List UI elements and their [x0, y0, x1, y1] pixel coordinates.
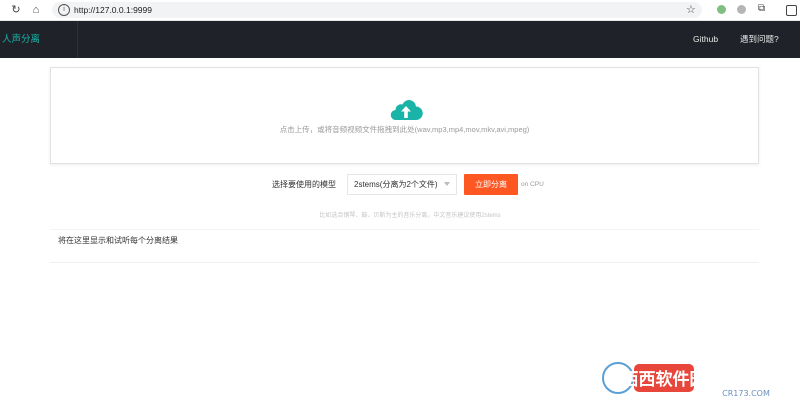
- model-label: 选择要使用的模型: [272, 180, 336, 189]
- upload-dropzone[interactable]: 点击上传，或将音频视频文件拖拽到此处(wav,mp3,mp4,mov,mkv,a…: [50, 67, 759, 164]
- app-navbar: 人声分离 Github 遇到问题?: [0, 21, 800, 58]
- reload-icon[interactable]: ↻: [9, 3, 23, 17]
- browser-toolbar: ↻ ⌂ i http://127.0.0.1:9999 ☆ ⧉: [0, 0, 800, 21]
- separate-button[interactable]: 立即分离: [464, 174, 518, 195]
- address-bar[interactable]: i http://127.0.0.1:9999: [52, 2, 702, 18]
- watermark-text: 西西软件园: [622, 369, 707, 390]
- site-info-icon[interactable]: i: [58, 4, 70, 16]
- extension-icon[interactable]: [717, 5, 726, 14]
- side-panel-icon[interactable]: [786, 5, 797, 16]
- extension-icon-2[interactable]: [737, 5, 746, 14]
- nav-link-github[interactable]: Github: [693, 21, 718, 58]
- model-selected-value: 2stems(分离为2个文件): [354, 180, 438, 189]
- model-select[interactable]: 2stems(分离为2个文件): [347, 174, 457, 195]
- device-label: on CPU: [521, 181, 544, 188]
- bookmark-star-icon[interactable]: ☆: [686, 3, 696, 17]
- watermark-logo: 西西软件园 CR173.COM: [600, 360, 770, 398]
- chevron-down-icon: [444, 182, 450, 186]
- results-panel: 将在这里显示和试听每个分离结果: [50, 229, 759, 263]
- results-placeholder: 将在这里显示和试听每个分离结果: [58, 236, 178, 245]
- cloud-upload-icon: [390, 100, 423, 120]
- nav-link-help[interactable]: 遇到问题?: [740, 21, 779, 58]
- brand-title[interactable]: 人声分离: [0, 21, 78, 58]
- model-tip: 比如选合钢琴、鼓、贝斯为主的音乐分离，中文音乐建议使用2stems: [319, 213, 501, 219]
- watermark-sub: CR173.COM: [722, 389, 770, 398]
- home-icon[interactable]: ⌂: [29, 3, 43, 17]
- url-text[interactable]: http://127.0.0.1:9999: [74, 4, 152, 16]
- extensions-puzzle-icon[interactable]: ⧉: [758, 3, 765, 14]
- upload-hint: 点击上传，或将音频视频文件拖拽到此处(wav,mp3,mp4,mov,mkv,a…: [279, 125, 530, 134]
